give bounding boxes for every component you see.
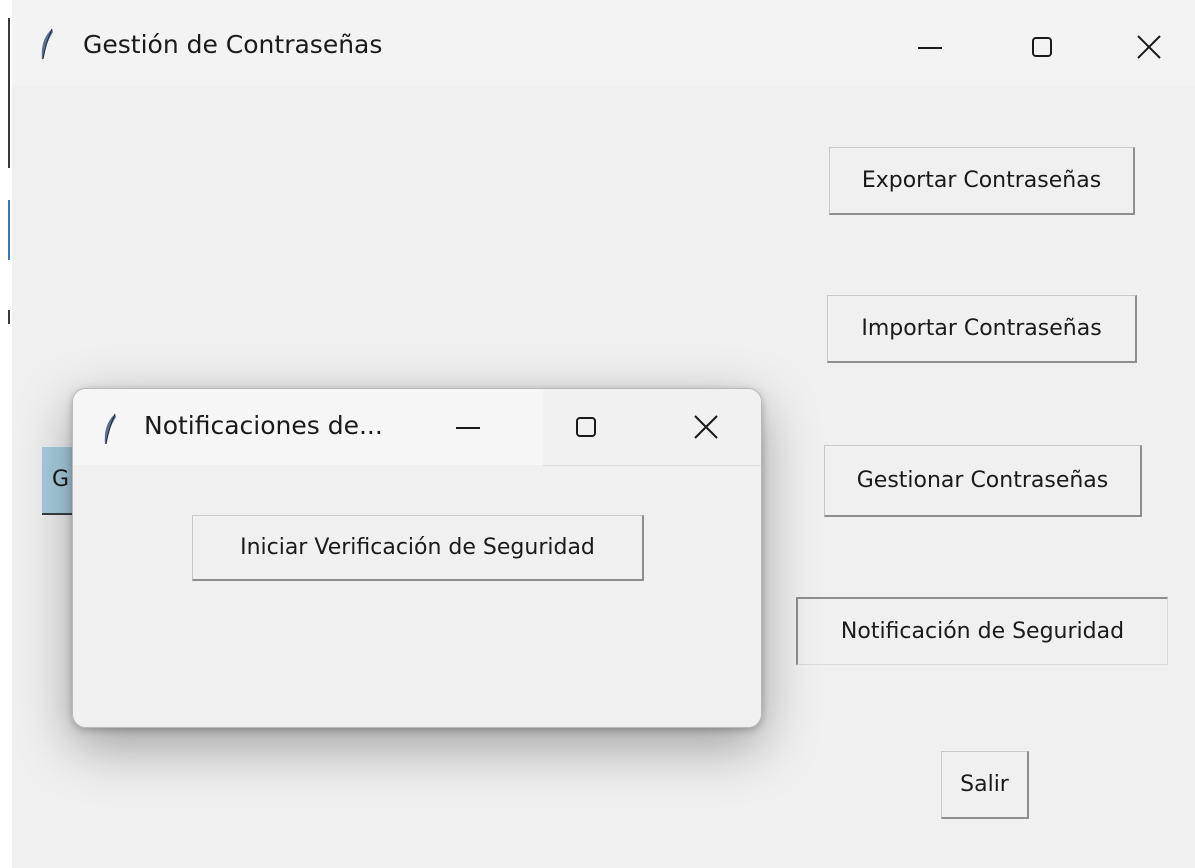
minimize-icon xyxy=(918,47,942,49)
export-passwords-button[interactable]: Exportar Contraseñas xyxy=(829,147,1135,215)
background-window-edge xyxy=(0,0,12,868)
minimize-icon xyxy=(456,427,480,429)
maximize-icon xyxy=(1032,37,1052,57)
start-security-check-button[interactable]: Iniciar Verificación de Seguridad xyxy=(192,515,644,581)
dialog-maximize-button[interactable] xyxy=(541,397,631,457)
minimize-button[interactable] xyxy=(880,16,980,78)
window-title: Gestión de Contraseñas xyxy=(83,30,383,59)
close-button[interactable] xyxy=(1102,16,1195,78)
import-passwords-button[interactable]: Importar Contraseñas xyxy=(827,295,1137,363)
feather-icon xyxy=(41,28,53,60)
maximize-icon xyxy=(576,417,596,437)
maximize-button[interactable] xyxy=(992,16,1092,78)
exit-button[interactable]: Salir xyxy=(941,751,1029,819)
dialog-title: Notificaciones de... xyxy=(144,411,383,440)
close-icon xyxy=(1136,35,1161,59)
dialog-titlebar[interactable]: Notificaciones de... xyxy=(73,389,761,466)
main-titlebar[interactable]: Gestión de Contraseñas xyxy=(12,0,1195,86)
dialog-close-button[interactable] xyxy=(661,397,751,457)
feather-icon xyxy=(104,413,116,445)
edge-line xyxy=(8,310,10,324)
security-notification-button[interactable]: Notificación de Seguridad xyxy=(796,597,1168,665)
manage-passwords-button[interactable]: Gestionar Contraseñas xyxy=(824,445,1142,517)
edge-line xyxy=(8,18,10,168)
partial-button-label: G xyxy=(52,467,70,492)
edge-accent xyxy=(8,200,10,260)
notifications-dialog: Notificaciones de... Iniciar Verificació… xyxy=(72,388,762,728)
dialog-minimize-button[interactable] xyxy=(423,397,513,457)
close-icon xyxy=(694,415,718,439)
